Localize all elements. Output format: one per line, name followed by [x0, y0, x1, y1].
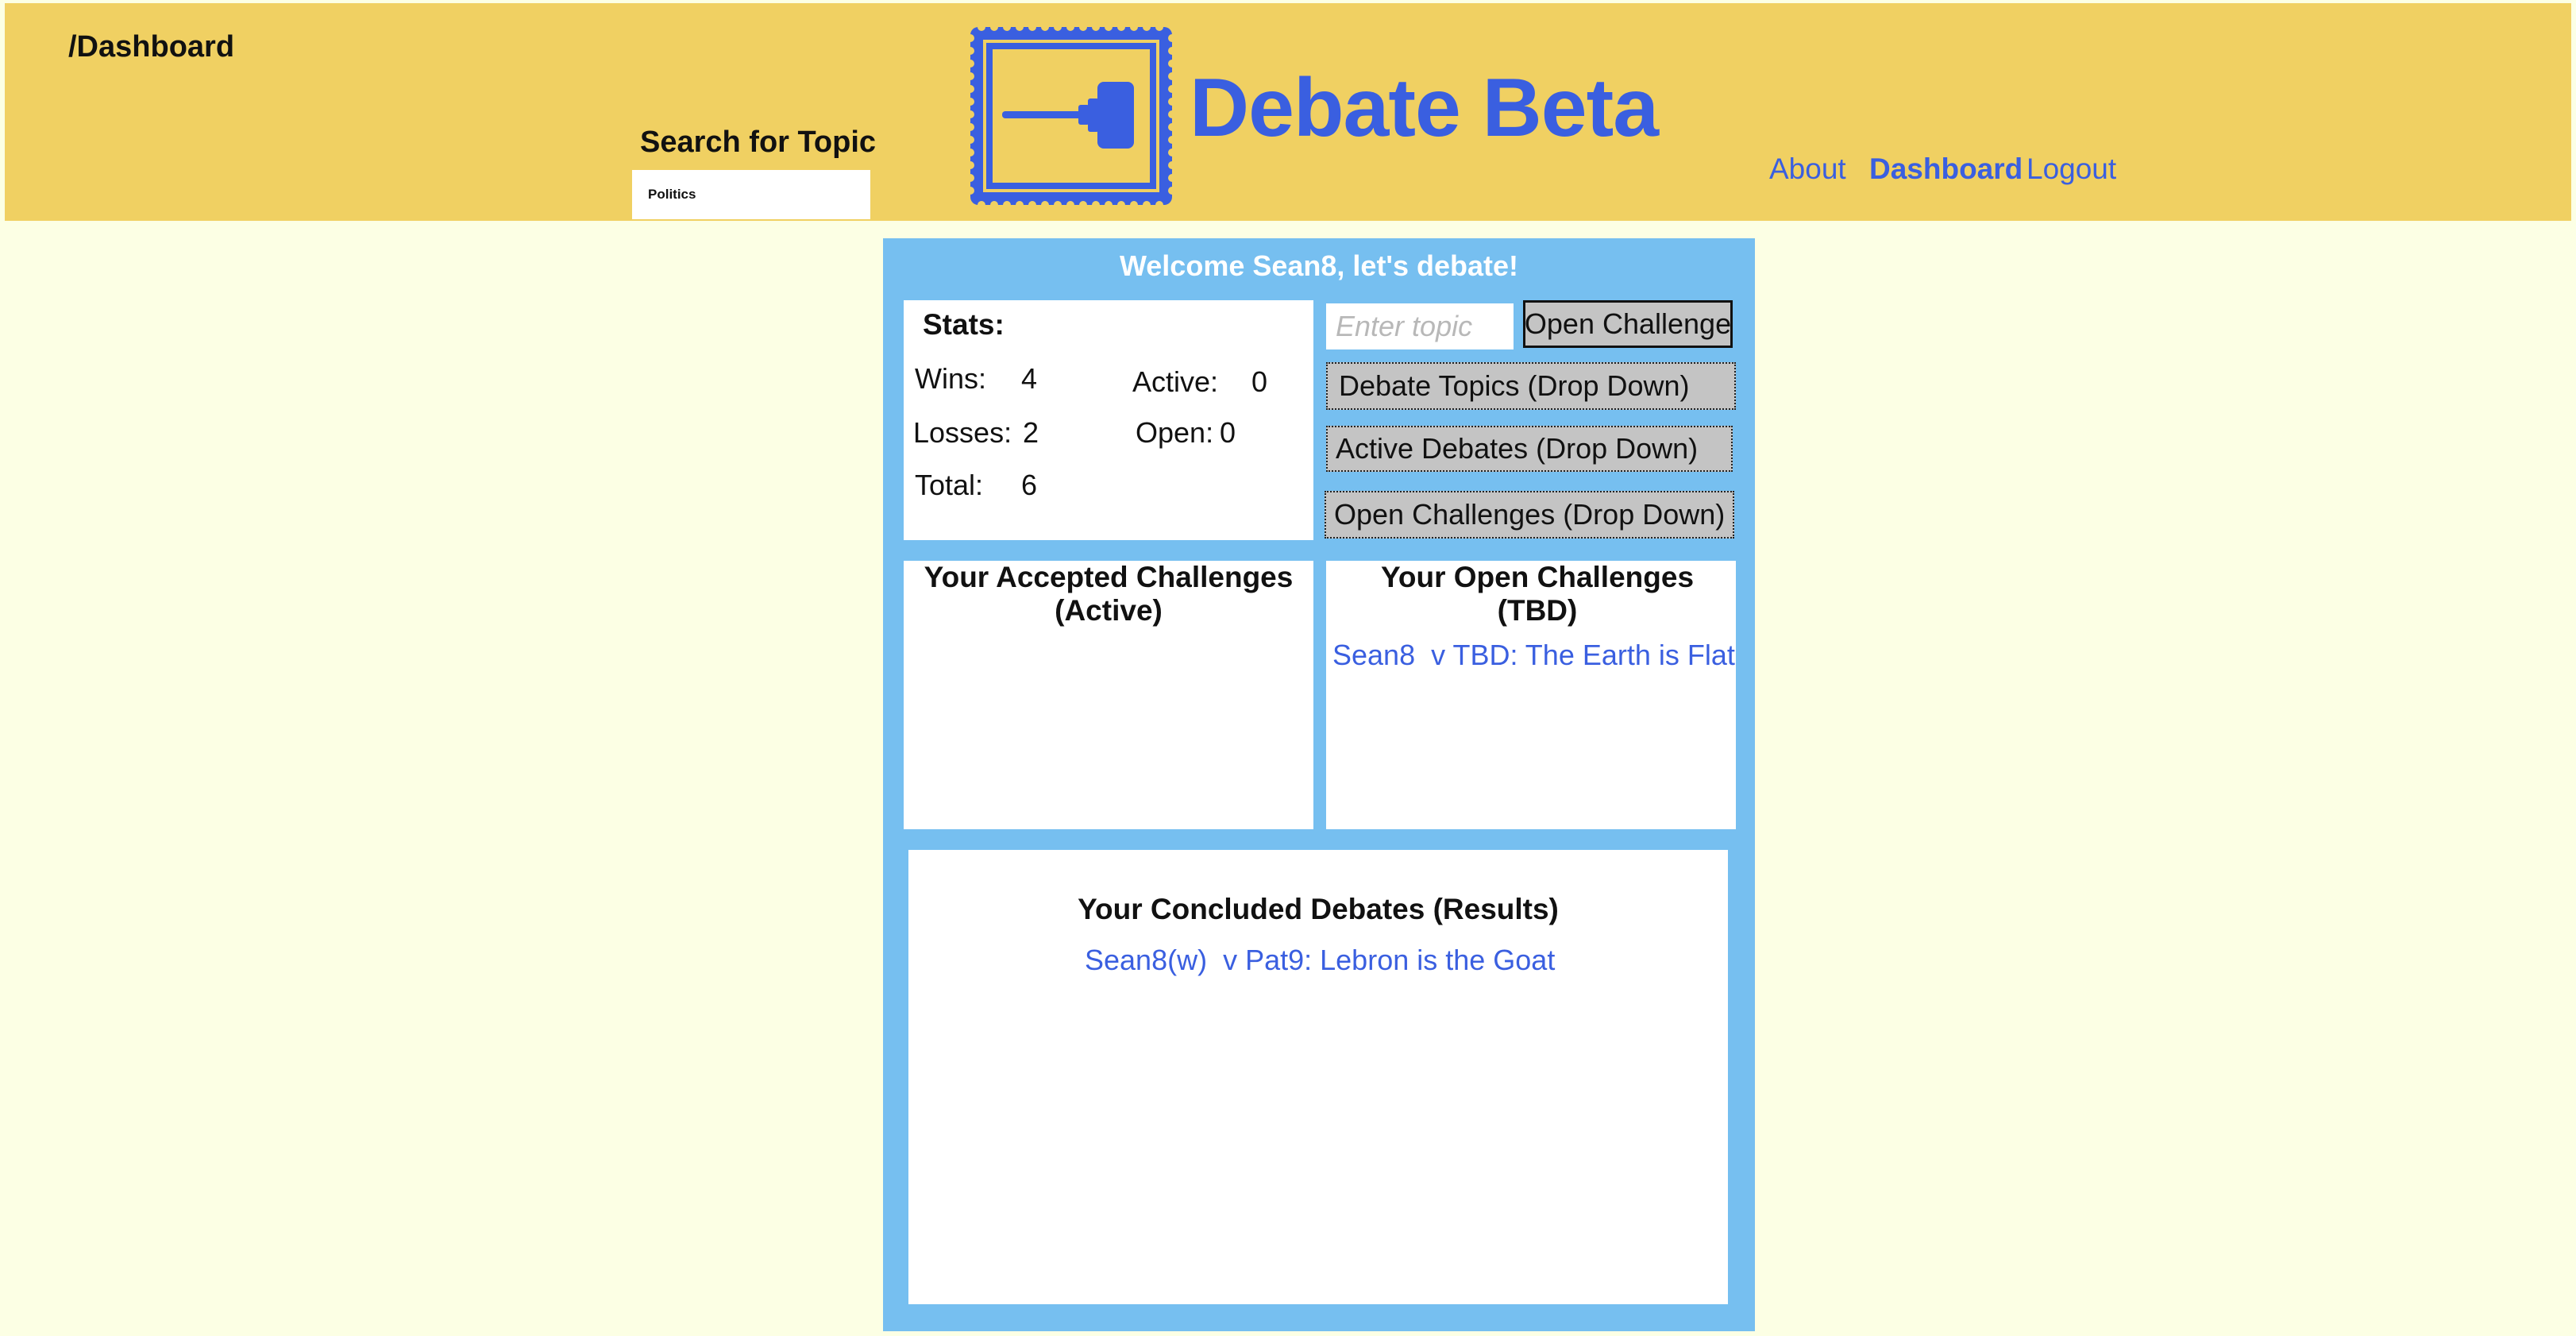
search-label: Search for Topic — [640, 125, 877, 159]
wins-label: Wins: — [915, 362, 986, 395]
open-challenges-card: Your Open Challenges (TBD) Sean8 v TBD: … — [1326, 561, 1736, 829]
losses-value: 2 — [1023, 416, 1039, 449]
active-label: Active: — [1132, 365, 1219, 398]
open-challenge-link[interactable]: Sean8 v TBD: The Earth is Flat — [1332, 639, 1735, 672]
losses-label: Losses: — [913, 416, 1012, 449]
open-challenges-title: Your Open Challenges (TBD) — [1332, 561, 1742, 627]
search-input[interactable] — [632, 170, 870, 219]
nav-link-about[interactable]: About — [1769, 153, 1846, 186]
concluded-debate-link[interactable]: Sean8(w) v Pat9: Lebron is the Goat — [1085, 944, 1555, 977]
open-value: 0 — [1220, 416, 1236, 449]
wins-value: 4 — [1021, 362, 1038, 395]
accepted-title-line1: Your Accepted Challenges — [924, 561, 1294, 593]
active-value: 0 — [1251, 365, 1268, 398]
open-challenge-button[interactable]: Open Challenge — [1523, 300, 1733, 348]
open-label: Open: — [1136, 416, 1214, 449]
active-debates-dropdown[interactable]: Active Debates (Drop Down) — [1326, 426, 1733, 472]
concluded-debates-card: Your Concluded Debates (Results) Sean8(w… — [908, 850, 1728, 1304]
nav-link-logout[interactable]: Logout — [2026, 153, 2116, 186]
stats-title: Stats: — [923, 308, 1005, 341]
dashboard-panel: Welcome Sean8, let's debate! Stats: Wins… — [883, 238, 1755, 1331]
concluded-debates-title: Your Concluded Debates (Results) — [1078, 893, 1559, 925]
welcome-message: Welcome Sean8, let's debate! — [1119, 249, 1519, 282]
accepted-title-line2: (Active) — [1055, 594, 1163, 627]
open-title-line2: (TBD) — [1497, 594, 1578, 627]
header-bar: /Dashboard Search for Topic Debate Beta … — [5, 3, 2571, 221]
accepted-challenges-title: Your Accepted Challenges (Active) — [904, 561, 1313, 627]
nav-link-dashboard[interactable]: Dashboard — [1869, 153, 2023, 186]
breadcrumb: /Dashboard — [68, 30, 235, 64]
total-value: 6 — [1021, 469, 1038, 501]
topic-input[interactable] — [1326, 303, 1514, 349]
app-title[interactable]: Debate Beta — [1190, 67, 1659, 149]
gavel-stamp-icon[interactable] — [966, 22, 1177, 210]
stats-card: Stats: Wins: 4 Losses: 2 Total: 6 Active… — [904, 300, 1313, 540]
page: /Dashboard Search for Topic Debate Beta … — [0, 0, 2576, 1336]
accepted-challenges-card: Your Accepted Challenges (Active) — [904, 561, 1313, 829]
open-title-line1: Your Open Challenges — [1380, 561, 1695, 593]
open-challenges-dropdown[interactable]: Open Challenges (Drop Down) — [1325, 491, 1734, 539]
total-label: Total: — [915, 469, 984, 501]
debate-topics-dropdown[interactable]: Debate Topics (Drop Down) — [1326, 362, 1736, 410]
